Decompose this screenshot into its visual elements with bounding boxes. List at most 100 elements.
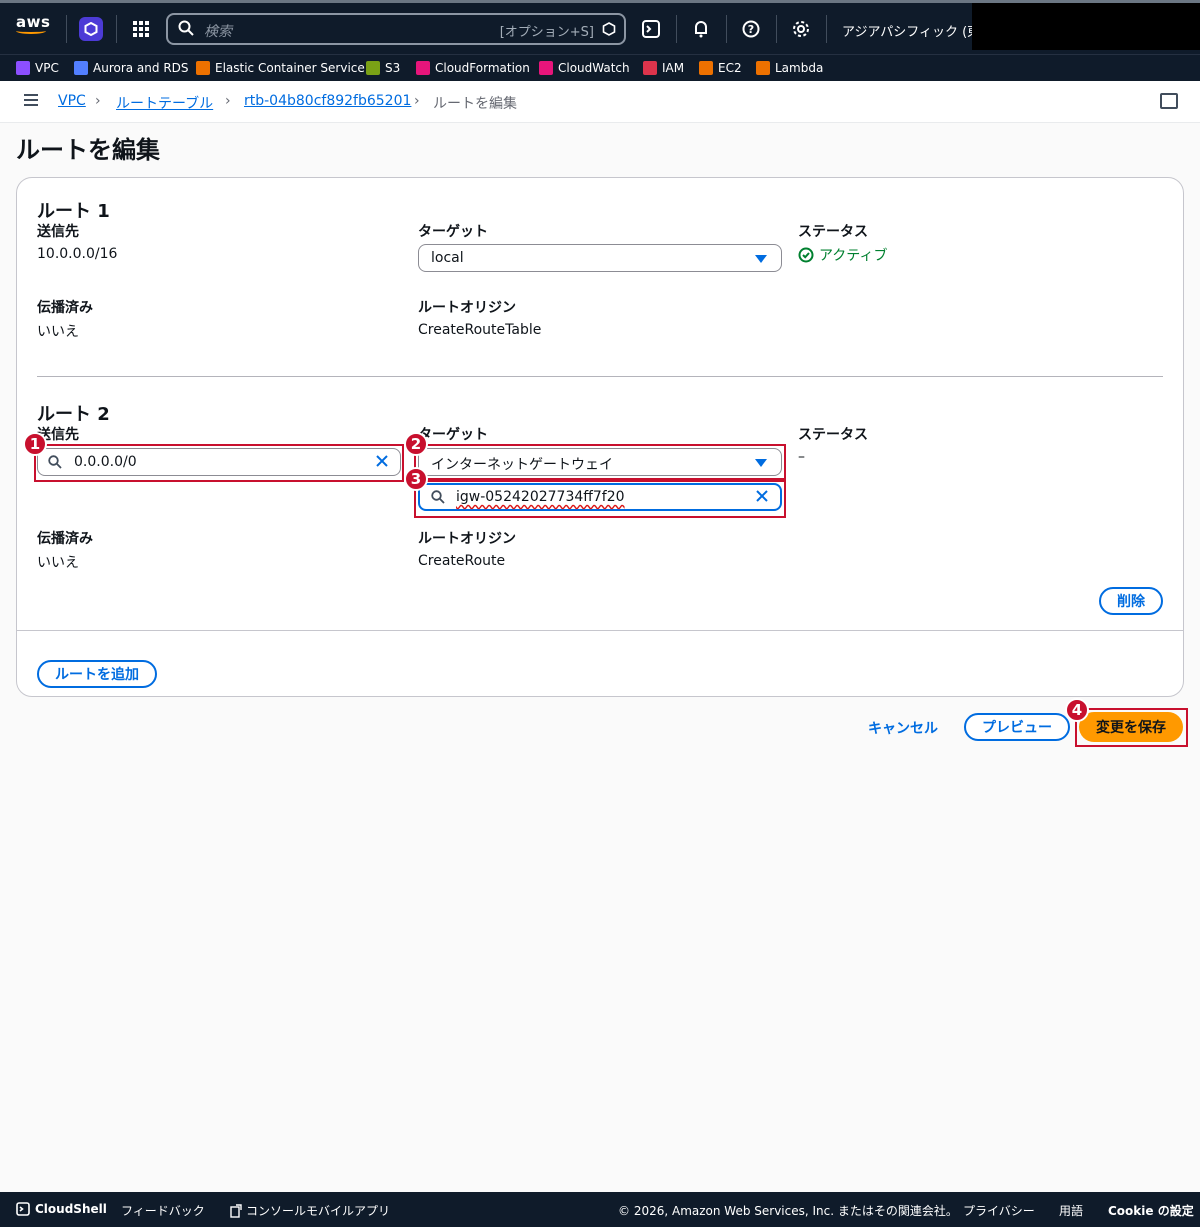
search-icon <box>178 20 194 36</box>
route-1-propagated-value: いいえ <box>37 324 79 340</box>
search-shortcut: [オプション+S] <box>499 25 594 40</box>
route-1-status-label: ステータス <box>798 224 868 240</box>
step-badge-1: 1 <box>23 432 47 456</box>
step-badge-3: 3 <box>404 467 428 491</box>
cloudwatch-icon <box>539 61 553 75</box>
footer-cookie-settings[interactable]: Cookie の設定 <box>1108 1202 1194 1219</box>
preview-button[interactable]: プレビュー <box>964 713 1070 741</box>
breadcrumb-route-tables[interactable]: ルートテーブル <box>116 93 213 113</box>
cancel-button[interactable]: キャンセル <box>868 718 938 738</box>
bookmark-iam[interactable]: IAM <box>643 61 684 75</box>
footer-privacy[interactable]: プライバシー <box>963 1202 1035 1219</box>
vpc-icon <box>16 61 30 75</box>
info-panel-icon[interactable] <box>1160 93 1178 109</box>
lambda-icon <box>756 61 770 75</box>
add-route-button[interactable]: ルートを追加 <box>37 660 157 688</box>
check-circle-icon <box>798 247 814 263</box>
chevron-right-icon: › <box>95 93 101 109</box>
cloudshell-icon <box>16 1202 30 1216</box>
route-2-origin-label: ルートオリジン <box>418 531 516 547</box>
breadcrumb: VPC › ルートテーブル › rtb-04b80cf892fb65201 › … <box>0 81 1200 123</box>
aws-logo[interactable]: aws <box>16 13 50 34</box>
bookmark-cloudwatch[interactable]: CloudWatch <box>539 61 630 75</box>
top-navigation: aws 検索 [オプション+S] ? アジアパシフィック (東京) <box>0 0 1200 54</box>
search-placeholder: 検索 <box>204 24 232 40</box>
route-1-target-select[interactable]: local <box>418 244 782 272</box>
footer-cloudshell-label: CloudShell <box>35 1202 107 1216</box>
unified-services-icon[interactable] <box>78 16 104 42</box>
highlight-box-4 <box>1075 708 1188 747</box>
route-1-heading: ルート 1 <box>37 201 110 222</box>
bookmark-label: Lambda <box>775 61 824 75</box>
s3-icon <box>366 61 380 75</box>
route-1-destination-value: 10.0.0.0/16 <box>37 246 118 262</box>
global-search-input[interactable]: 検索 [オプション+S] <box>166 13 626 45</box>
bookmark-ecs[interactable]: Elastic Container Service <box>196 61 365 75</box>
route-2-target-label: ターゲット <box>418 427 488 443</box>
bookmark-label: EC2 <box>718 61 742 75</box>
route-2-propagated-label: 伝播済み <box>37 531 93 547</box>
breadcrumb-current: ルートを編集 <box>433 96 517 112</box>
bookmark-label: Aurora and RDS <box>93 61 189 75</box>
footer-terms[interactable]: 用語 <box>1059 1202 1083 1219</box>
routes-container: ルート 1 送信先 10.0.0.0/16 ターゲット local ステータス … <box>16 177 1184 697</box>
footer-copyright: © 2026, Amazon Web Services, Inc. またはその関… <box>618 1204 958 1218</box>
footer-feedback[interactable]: フィードバック <box>121 1202 205 1219</box>
breadcrumb-route-table-id[interactable]: rtb-04b80cf892fb65201 <box>244 93 411 109</box>
ecs-icon <box>196 61 210 75</box>
route-1-propagated-label: 伝播済み <box>37 300 93 316</box>
cloudshell-icon[interactable] <box>638 16 664 42</box>
bookmark-label: CloudWatch <box>558 61 630 75</box>
bookmark-lambda[interactable]: Lambda <box>756 61 823 75</box>
route-divider <box>37 376 1163 377</box>
route-2-origin-value: CreateRoute <box>418 553 506 569</box>
iam-icon <box>643 61 657 75</box>
step-badge-2: 2 <box>404 432 428 456</box>
favorites-bar: VPC Aurora and RDS Elastic Container Ser… <box>0 54 1200 81</box>
route-1-target-label: ターゲット <box>418 224 488 240</box>
bookmark-label: IAM <box>662 61 685 75</box>
breadcrumb-vpc[interactable]: VPC <box>58 93 86 109</box>
page-title: ルートを編集 <box>16 136 160 164</box>
footer-mobile-app[interactable]: コンソールモバイルアプリ <box>230 1202 390 1219</box>
route-1-target-value: local <box>431 250 464 266</box>
bookmark-s3[interactable]: S3 <box>366 61 400 75</box>
aws-logo-text: aws <box>16 13 51 31</box>
bookmark-label: CloudFormation <box>435 61 530 75</box>
route-2-heading: ルート 2 <box>37 404 110 425</box>
chevron-right-icon: › <box>225 93 231 109</box>
svg-text:?: ? <box>748 23 754 36</box>
route-2-status-value: – <box>798 449 805 465</box>
bookmark-label: VPC <box>35 61 59 75</box>
route-2-propagated-value: いいえ <box>37 555 79 571</box>
services-grid-icon[interactable] <box>128 16 154 42</box>
bookmark-label: Elastic Container Service <box>215 61 365 75</box>
route-1-origin-label: ルートオリジン <box>418 300 516 316</box>
card-footer-divider <box>17 630 1183 631</box>
bookmark-vpc[interactable]: VPC <box>16 61 59 75</box>
route-1-status: アクティブ <box>798 245 887 265</box>
chevron-right-icon: › <box>414 93 420 109</box>
bell-icon[interactable] <box>688 16 714 42</box>
menu-icon[interactable] <box>24 94 38 106</box>
redacted-account-area <box>972 3 1200 50</box>
highlight-box-2 <box>414 444 786 480</box>
footer-mobile-app-label: コンソールモバイルアプリ <box>246 1204 391 1218</box>
route-1-destination-label: 送信先 <box>37 224 79 240</box>
console-footer: CloudShell フィードバック コンソールモバイルアプリ © 2026, … <box>0 1192 1200 1227</box>
external-link-icon <box>230 1203 242 1218</box>
bookmark-ec2[interactable]: EC2 <box>699 61 742 75</box>
footer-cloudshell[interactable]: CloudShell <box>16 1202 107 1216</box>
bookmark-aurora-rds[interactable]: Aurora and RDS <box>74 61 189 75</box>
rds-icon <box>74 61 88 75</box>
route-2-status-label: ステータス <box>798 427 868 443</box>
bookmark-cloudformation[interactable]: CloudFormation <box>416 61 530 75</box>
caret-down-icon <box>755 255 767 263</box>
gear-icon[interactable] <box>788 16 814 42</box>
delete-route-button[interactable]: 削除 <box>1099 587 1163 615</box>
help-icon[interactable]: ? <box>738 16 764 42</box>
amazon-q-icon <box>602 22 616 36</box>
ec2-icon <box>699 61 713 75</box>
route-1-status-value: アクティブ <box>819 248 888 264</box>
cloudformation-icon <box>416 61 430 75</box>
